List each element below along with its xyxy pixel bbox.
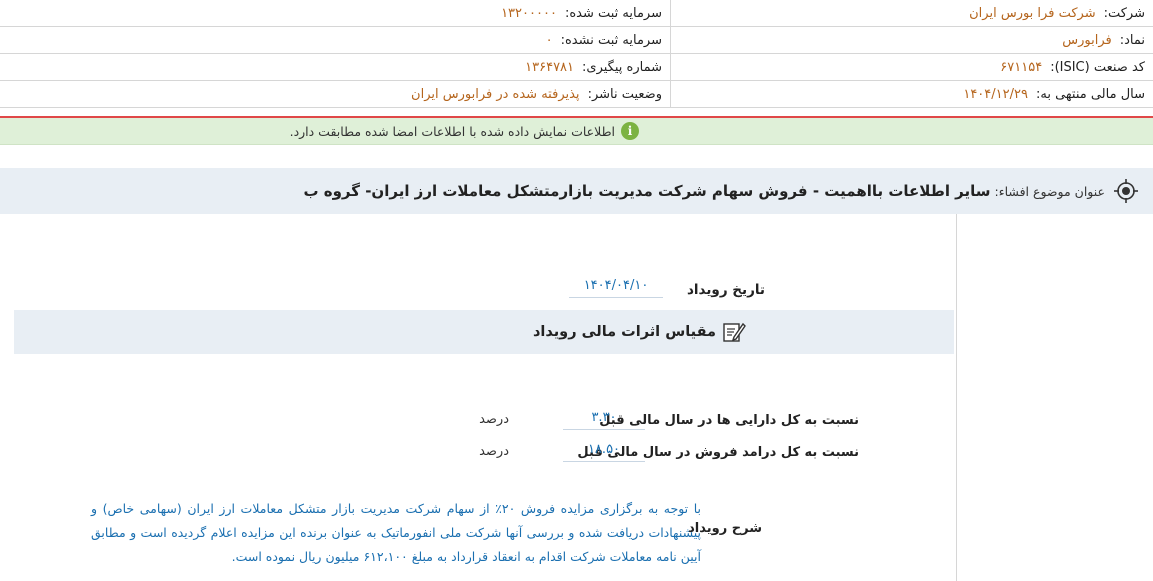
metric-unit-assets: درصد bbox=[479, 412, 509, 427]
info-icon: i bbox=[621, 122, 639, 140]
info-value: پذیرفته شده در فرابورس ایران bbox=[411, 86, 580, 102]
info-value: ۱۳۶۴۷۸۱ bbox=[525, 59, 575, 75]
metric-unit-revenue: درصد bbox=[479, 444, 509, 459]
target-icon bbox=[1114, 179, 1138, 203]
info-value: ۶۷۱۱۵۴ bbox=[1000, 59, 1043, 75]
info-row-company: شرکت: شرکت فرا بورس ایران bbox=[670, 0, 1153, 27]
info-label: شماره پیگیری: bbox=[582, 59, 662, 75]
info-label: سال مالی منتهی به: bbox=[1035, 86, 1145, 102]
info-label: کد صنعت (ISIC): bbox=[1050, 59, 1145, 75]
info-label: شرکت: bbox=[1103, 5, 1145, 21]
info-value: ۰ bbox=[545, 32, 553, 48]
info-column-right: شرکت: شرکت فرا بورس ایران نماد: فرابورس … bbox=[670, 0, 1153, 108]
info-row-tracking-number: شماره پیگیری: ۱۳۶۴۷۸۱ bbox=[0, 54, 670, 81]
event-date-value: ۱۴۰۴/۰۴/۱۰ bbox=[569, 278, 663, 298]
info-value: ۱۴۰۴/۱۲/۲۹ bbox=[963, 86, 1028, 102]
metric-value-revenue: ۱۸.۵۰ bbox=[563, 442, 645, 462]
info-row-publisher-status: وضعیت ناشر: پذیرفته شده در فرابورس ایران bbox=[0, 81, 670, 108]
info-label: سرمایه ثبت شده: bbox=[564, 5, 662, 21]
financial-effects-section-header: مقیاس اثرات مالی رویداد bbox=[14, 310, 954, 354]
info-row-isic: کد صنعت (ISIC): ۶۷۱۱۵۴ bbox=[670, 54, 1153, 81]
notice-text: اطلاعات نمایش داده شده با اطلاعات امضا ش… bbox=[289, 123, 615, 139]
info-row-symbol: نماد: فرابورس bbox=[670, 27, 1153, 54]
subject-title: سایر اطلاعات بااهمیت - فروش سهام شرکت مد… bbox=[303, 182, 991, 200]
info-row-fiscal-year: سال مالی منتهی به: ۱۴۰۴/۱۲/۲۹ bbox=[670, 81, 1153, 108]
info-row-unregistered-capital: سرمایه ثبت نشده: ۰ bbox=[0, 27, 670, 54]
info-label: نماد: bbox=[1119, 32, 1145, 48]
info-value: فرابورس bbox=[1062, 32, 1112, 48]
event-date-label: تاریخ رویداد bbox=[687, 282, 765, 298]
description-text: با توجه به برگزاری مزایده فروش ۲۰٪ از سه… bbox=[91, 501, 702, 564]
disclosure-subject-bar: عنوان موضوع افشاء: سایر اطلاعات بااهمیت … bbox=[0, 168, 1153, 214]
notice-content: i اطلاعات نمایش داده شده با اطلاعات امضا… bbox=[290, 122, 639, 140]
subject-label: عنوان موضوع افشاء: bbox=[994, 183, 1105, 199]
info-value: ۱۳۲۰۰۰۰۰ bbox=[501, 5, 557, 21]
metric-value-assets: ۳.۳۰ bbox=[563, 410, 645, 430]
verification-notice: i اطلاعات نمایش داده شده با اطلاعات امضا… bbox=[0, 118, 1153, 145]
edit-note-icon bbox=[723, 322, 746, 342]
info-column-left: سرمایه ثبت شده: ۱۳۲۰۰۰۰۰ سرمایه ثبت نشده… bbox=[0, 0, 670, 108]
section-title: مقیاس اثرات مالی رویداد bbox=[532, 324, 716, 340]
info-row-registered-capital: سرمایه ثبت شده: ۱۳۲۰۰۰۰۰ bbox=[0, 0, 670, 27]
content-border bbox=[956, 214, 957, 581]
info-label: وضعیت ناشر: bbox=[587, 86, 662, 102]
info-value: شرکت فرا بورس ایران bbox=[969, 5, 1096, 21]
info-label: سرمایه ثبت نشده: bbox=[560, 32, 662, 48]
company-info-grid: سرمایه ثبت شده: ۱۳۲۰۰۰۰۰ سرمایه ثبت نشده… bbox=[0, 0, 1153, 108]
